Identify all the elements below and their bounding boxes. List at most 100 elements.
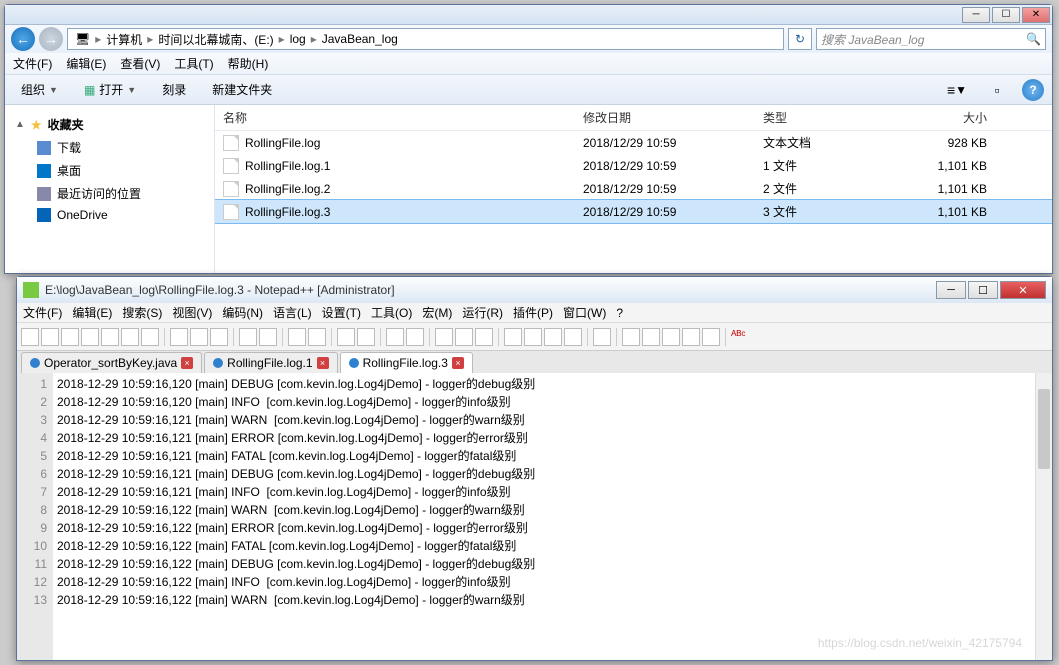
npp-maximize-button[interactable]: ☐ <box>968 281 998 299</box>
col-date[interactable]: 修改日期 <box>575 105 755 130</box>
sync-v-icon[interactable] <box>386 328 404 346</box>
zoom-out-icon[interactable] <box>357 328 375 346</box>
npp-menu-item[interactable]: 插件(P) <box>513 304 553 321</box>
scroll-thumb[interactable] <box>1038 389 1050 469</box>
breadcrumb-part[interactable]: 时间以北幕城南、(E:) <box>155 31 276 48</box>
find-icon[interactable] <box>288 328 306 346</box>
npp-tab[interactable]: Operator_sortByKey.java× <box>21 352 202 373</box>
npp-close-button[interactable]: ✕ <box>1000 281 1046 299</box>
breadcrumb-part[interactable]: 计算机 <box>103 31 145 48</box>
wrap-icon[interactable] <box>435 328 453 346</box>
breadcrumb[interactable]: 🖥▸ 计算机▸ 时间以北幕城南、(E:)▸ log▸ JavaBean_log <box>67 28 784 50</box>
npp-menu-item[interactable]: 运行(R) <box>462 304 503 321</box>
new-file-icon[interactable] <box>21 328 39 346</box>
file-row[interactable]: RollingFile.log.22018/12/29 10:592 文件1,1… <box>215 177 1052 200</box>
file-row[interactable]: RollingFile.log2018/12/29 10:59文本文档928 K… <box>215 131 1052 154</box>
npp-menu-item[interactable]: 文件(F) <box>23 304 62 321</box>
play-macro-icon[interactable] <box>662 328 680 346</box>
search-icon[interactable]: 🔍 <box>1026 32 1041 46</box>
spellcheck-icon[interactable]: ᴬᴮᶜ <box>731 328 749 346</box>
file-list[interactable]: 名称 修改日期 类型 大小 RollingFile.log2018/12/29 … <box>215 105 1052 273</box>
npp-tab[interactable]: RollingFile.log.1× <box>204 352 337 373</box>
close-tab-icon[interactable]: × <box>452 357 464 369</box>
doc-map-icon[interactable] <box>524 328 542 346</box>
vertical-scrollbar[interactable] <box>1035 373 1052 660</box>
close-tab-icon[interactable]: × <box>181 357 193 369</box>
zoom-in-icon[interactable] <box>337 328 355 346</box>
col-type[interactable]: 类型 <box>755 105 895 130</box>
npp-tab-active[interactable]: RollingFile.log.3× <box>340 352 473 373</box>
file-row[interactable]: RollingFile.log.12018/12/29 10:591 文件1,1… <box>215 154 1052 177</box>
view-mode-button[interactable]: ≡ ▼ <box>942 79 972 101</box>
open-button[interactable]: ▦ 打开 ▼ <box>76 78 144 101</box>
redo-icon[interactable] <box>259 328 277 346</box>
npp-menu-item[interactable]: 编辑(E) <box>72 304 112 321</box>
cut-icon[interactable] <box>170 328 188 346</box>
col-size[interactable]: 大小 <box>895 105 995 130</box>
close-button[interactable]: ✕ <box>1022 7 1050 23</box>
burn-button[interactable]: 刻录 <box>154 78 194 101</box>
new-folder-button[interactable]: 新建文件夹 <box>204 78 280 101</box>
help-button[interactable]: ? <box>1022 79 1044 101</box>
stop-macro-icon[interactable] <box>642 328 660 346</box>
file-row[interactable]: RollingFile.log.32018/12/29 10:593 文件1,1… <box>215 200 1052 223</box>
menu-help[interactable]: 帮助(H) <box>228 55 269 72</box>
sync-h-icon[interactable] <box>406 328 424 346</box>
sidebar-item-recent[interactable]: 最近访问的位置 <box>9 182 210 205</box>
replace-icon[interactable] <box>308 328 326 346</box>
save-all-icon[interactable] <box>81 328 99 346</box>
npp-menu-item[interactable]: 搜索(S) <box>122 304 162 321</box>
code-content[interactable]: 2018-12-29 10:59:16,120 [main] DEBUG [co… <box>53 373 1052 660</box>
sidebar-item-desktop[interactable]: 桌面 <box>9 159 210 182</box>
maximize-button[interactable]: ☐ <box>992 7 1020 23</box>
watermark: https://blog.csdn.net/weixin_42175794 <box>818 636 1022 650</box>
monitor-icon[interactable] <box>593 328 611 346</box>
copy-icon[interactable] <box>190 328 208 346</box>
sidebar-item-downloads[interactable]: 下载 <box>9 136 210 159</box>
close-tab-icon[interactable]: × <box>317 357 329 369</box>
menu-tools[interactable]: 工具(T) <box>174 55 213 72</box>
close-file-icon[interactable] <box>101 328 119 346</box>
breadcrumb-icon[interactable]: 🖥 <box>72 32 93 46</box>
undo-icon[interactable] <box>239 328 257 346</box>
print-icon[interactable] <box>141 328 159 346</box>
forward-button[interactable]: → <box>39 27 63 51</box>
npp-menu-item[interactable]: ? <box>616 306 623 320</box>
back-button[interactable]: ← <box>11 27 35 51</box>
play-multi-icon[interactable] <box>682 328 700 346</box>
save-icon[interactable] <box>61 328 79 346</box>
menu-file[interactable]: 文件(F) <box>13 55 52 72</box>
breadcrumb-part[interactable]: log <box>287 32 309 46</box>
col-name[interactable]: 名称 <box>215 105 575 130</box>
breadcrumb-part[interactable]: JavaBean_log <box>319 32 401 46</box>
npp-menu-item[interactable]: 视图(V) <box>172 304 212 321</box>
search-input[interactable]: 搜索 JavaBean_log 🔍 <box>816 28 1046 50</box>
save-macro-icon[interactable] <box>702 328 720 346</box>
npp-menu-item[interactable]: 工具(O) <box>371 304 412 321</box>
folder-view-icon[interactable] <box>564 328 582 346</box>
npp-minimize-button[interactable]: ─ <box>936 281 966 299</box>
record-macro-icon[interactable] <box>622 328 640 346</box>
minimize-button[interactable]: ─ <box>962 7 990 23</box>
refresh-button[interactable]: ↻ <box>788 28 812 50</box>
editor-area[interactable]: 12345678910111213 2018-12-29 10:59:16,12… <box>17 373 1052 660</box>
npp-menu-item[interactable]: 窗口(W) <box>563 304 606 321</box>
close-all-icon[interactable] <box>121 328 139 346</box>
npp-menu-item[interactable]: 设置(T) <box>322 304 361 321</box>
sidebar-favorites[interactable]: ▲★收藏夹 <box>9 113 210 136</box>
npp-menu-item[interactable]: 宏(M) <box>422 304 452 321</box>
preview-pane-button[interactable]: ▫ <box>982 79 1012 101</box>
menu-view[interactable]: 查看(V) <box>120 55 160 72</box>
npp-menu-item[interactable]: 编码(N) <box>222 304 263 321</box>
open-file-icon[interactable] <box>41 328 59 346</box>
file-icon <box>223 135 239 151</box>
lang-icon[interactable] <box>504 328 522 346</box>
indent-guide-icon[interactable] <box>475 328 493 346</box>
func-list-icon[interactable] <box>544 328 562 346</box>
npp-menu-item[interactable]: 语言(L) <box>273 304 312 321</box>
organize-button[interactable]: 组织 ▼ <box>13 78 66 101</box>
paste-icon[interactable] <box>210 328 228 346</box>
sidebar-item-onedrive[interactable]: OneDrive <box>9 205 210 225</box>
menu-edit[interactable]: 编辑(E) <box>66 55 106 72</box>
show-all-icon[interactable] <box>455 328 473 346</box>
